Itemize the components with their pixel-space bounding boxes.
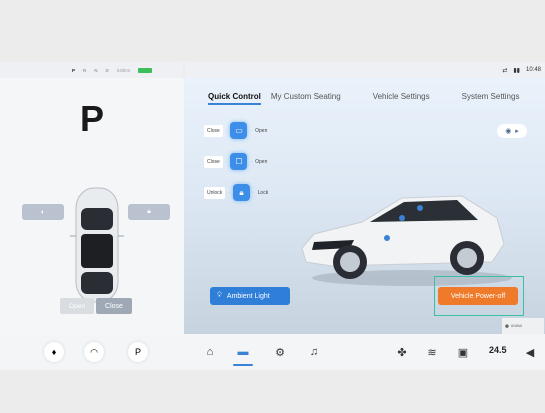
- sunroof-open-label: Open: [255, 158, 268, 165]
- tab-my-custom-seating[interactable]: My Custom Seating: [271, 92, 341, 105]
- system-status-bar: ⇄ ▮▮ 10:48: [185, 62, 545, 78]
- home-button[interactable]: ⌂: [202, 344, 218, 360]
- quick-control-panel: Quick Control My Custom Seating Vehicle …: [184, 78, 545, 334]
- fan-button[interactable]: ✤: [394, 344, 410, 360]
- clock: 10:48: [525, 67, 541, 73]
- settings-icon: ⚙: [275, 346, 285, 359]
- signal-icon: ▮▮: [513, 67, 520, 74]
- flashlight-icon: ♦: [51, 347, 57, 357]
- phone-icon: ▣: [457, 346, 469, 359]
- car-icon: ▬: [237, 346, 249, 358]
- ambient-light-button[interactable]: 💡︎ Ambient Light: [210, 287, 290, 305]
- settings-tabs: Quick Control My Custom Seating Vehicle …: [208, 92, 519, 105]
- trunk-open-button[interactable]: Open: [60, 298, 94, 314]
- parking-icon: P: [134, 347, 141, 357]
- car-button[interactable]: ▬: [235, 344, 251, 360]
- window-close-label: Close: [204, 124, 223, 137]
- active-tab-indicator: [233, 364, 253, 366]
- vehicle-status-panel: P ◐ 🔒︎ Open Close: [0, 78, 184, 334]
- play-icon: ▸: [515, 128, 519, 135]
- sunroof-icon[interactable]: ☐: [230, 153, 248, 170]
- lock-icon[interactable]: 🔒︎: [232, 184, 250, 201]
- bottom-dock: ♦ ◠ P ⌂ ▬ ⚙ ♫ ✤ ≋ ▣ 24.5 ◀: [0, 334, 545, 370]
- phone-button[interactable]: ▣: [455, 344, 471, 360]
- mirror-fold-button[interactable]: ◐: [22, 204, 64, 220]
- music-button[interactable]: ♫: [306, 344, 322, 360]
- sunroof-control-row: Close · ☐ · Open: [204, 153, 267, 170]
- parking-button[interactable]: P: [128, 342, 148, 362]
- unlock-label: Unlock: [204, 186, 226, 199]
- seat-heat-button[interactable]: ≋: [424, 344, 440, 360]
- fan-icon: ✤: [397, 346, 407, 359]
- wiper-icon: ◠: [90, 346, 98, 357]
- lock-label: Lock: [257, 189, 269, 196]
- screen: P R N D 040km ⇄ ▮▮ 10:48 P ◐ 🔒︎ Open Clo…: [0, 0, 545, 413]
- lock-control-row: Unlock · 🔒︎ · Lock: [204, 184, 268, 201]
- temperature-display[interactable]: 24.5: [489, 345, 507, 355]
- tab-vehicle-settings[interactable]: Vehicle Settings: [373, 92, 430, 105]
- trunk-close-button[interactable]: Close: [96, 298, 132, 314]
- door-lock-button[interactable]: 🔒︎: [128, 204, 170, 220]
- window-icon[interactable]: ▭: [230, 122, 248, 139]
- music-icon: ♫: [309, 346, 319, 358]
- lock-icon: 🔒︎: [147, 208, 151, 215]
- brand-text: ANWAI: [510, 324, 523, 328]
- view-toggle-button[interactable]: ◉ ▸: [497, 124, 527, 138]
- volume-icon: ◀: [525, 346, 535, 359]
- bulb-icon: 💡︎: [217, 292, 222, 299]
- gear-r: R: [83, 67, 87, 73]
- battery-icon: [138, 67, 153, 73]
- seat-heat-icon: ≋: [427, 346, 437, 359]
- share-icon: ⇄: [502, 67, 508, 74]
- camera-icon: ◉: [505, 128, 512, 135]
- sunroof-close-label: Close: [204, 155, 223, 168]
- vehicle-power-off-button[interactable]: Vehicle Power-off: [438, 287, 518, 305]
- gear-status-bar: P R N D 040km: [0, 62, 183, 78]
- brand-badge: ⬤ ANWAI: [502, 318, 544, 334]
- gear-d: D: [105, 67, 109, 73]
- wiper-button[interactable]: ◠: [84, 342, 104, 362]
- car-3d-icon: [301, 195, 512, 286]
- home-icon: ⌂: [206, 346, 214, 358]
- gear-p: P: [72, 67, 76, 73]
- flashlight-button[interactable]: ♦: [44, 342, 64, 362]
- volume-button[interactable]: ◀: [522, 344, 538, 360]
- window-control-row: Close · ▭ · Open: [204, 122, 267, 139]
- tab-system-settings[interactable]: System Settings: [462, 92, 520, 105]
- window-open-label: Open: [255, 127, 268, 134]
- brand-logo-icon: ⬤: [505, 324, 509, 328]
- car-top-view-icon: [70, 187, 124, 303]
- range-readout: 040km: [116, 67, 131, 73]
- current-gear: P: [80, 98, 105, 139]
- ambient-light-label: Ambient Light: [226, 292, 270, 300]
- gear-n: N: [94, 67, 98, 73]
- settings-button[interactable]: ⚙: [272, 344, 288, 360]
- tab-quick-control[interactable]: Quick Control: [208, 92, 261, 105]
- mirror-icon: ◐: [40, 208, 46, 216]
